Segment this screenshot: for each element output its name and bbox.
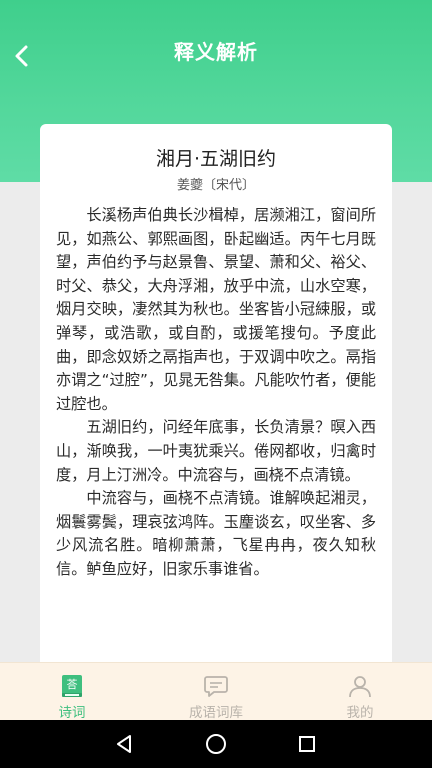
bottom-tab-bar: 荅 诗词 成语词库 我的 [0, 662, 432, 721]
poem-paragraph: 长溪杨声伯典长沙楫棹，居濒湘江，窗间所见，如燕公、郭熙画图，卧起幽适。丙午七月既… [56, 206, 376, 413]
svg-text:荅: 荅 [67, 677, 78, 691]
tab-label: 我的 [346, 705, 374, 721]
tab-label: 成语词库 [189, 705, 243, 721]
chat-bubble-icon [202, 673, 230, 699]
system-navigation-bar [0, 720, 432, 768]
poem-title: 湘月·五湖旧约 [155, 148, 277, 170]
poem-paragraph: 中流容与，画桡不点清镜。谁解唤起湘灵，烟鬟雾鬓，理哀弦鸿阵。玉麈谈玄，叹坐客、多… [56, 489, 376, 578]
triangle-back-icon [117, 735, 132, 753]
tab-idioms[interactable]: 成语词库 [144, 663, 288, 721]
circle-home-icon [205, 734, 226, 754]
poem-paragraph: 五湖旧约，问经年底事，长负清景？暝入西山，渐唤我，一叶夷犹乘兴。倦网都收，归禽时… [56, 418, 376, 484]
system-back-button[interactable] [111, 730, 139, 758]
poem-card: 湘月·五湖旧约 姜夔〔宋代〕 长溪杨声伯典长沙楫棹，居濒湘江，窗间所见，如燕公、… [40, 124, 392, 684]
page-title: 释义解析 [174, 40, 258, 64]
app-header: 释义解析 [0, 0, 432, 104]
square-recents-icon [298, 736, 315, 752]
poem-author: 姜夔〔宋代〕 [176, 178, 255, 193]
tab-poetry[interactable]: 荅 诗词 [0, 663, 144, 721]
tab-label: 诗词 [58, 705, 86, 721]
tab-mine[interactable]: 我的 [288, 663, 432, 721]
system-home-button[interactable] [202, 730, 230, 758]
poetry-book-icon: 荅 [58, 673, 86, 699]
person-icon [346, 673, 374, 699]
poem-body: 长溪杨声伯典长沙楫棹，居濒湘江，窗间所见，如燕公、郭熙画图，卧起幽适。丙午七月既… [56, 204, 376, 582]
system-recents-button[interactable] [293, 730, 321, 758]
